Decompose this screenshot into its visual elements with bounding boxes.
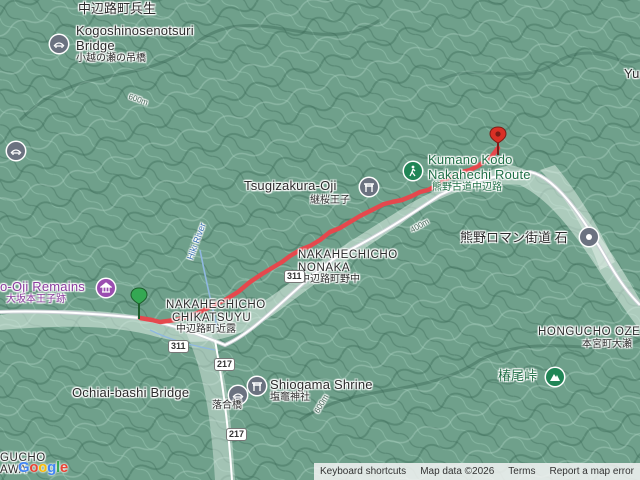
logo-letter: e [59, 459, 68, 476]
nonaka-label-jp: 中辺路町野中 [300, 274, 360, 285]
romantic-road-label: 熊野ロマン街道 石 [460, 230, 568, 245]
logo-letter: g [47, 459, 56, 476]
hongu-label-jp: 本宮町大瀬 [582, 339, 632, 350]
torii-icon[interactable] [248, 377, 266, 395]
hiking-icon[interactable] [404, 162, 422, 180]
report-error-link[interactable]: Report a map error [550, 466, 634, 477]
mountain-icon[interactable] [546, 368, 564, 386]
kogoshi-label-2: Bridge [76, 38, 115, 53]
logo-letter: o [29, 459, 39, 476]
shiogama-label-jp: 塩竈神社 [270, 392, 310, 403]
map-data-label: Map data ©2026 [420, 466, 495, 477]
keyboard-shortcuts-link[interactable]: Keyboard shortcuts [320, 466, 406, 477]
kumano-label-jp: 熊野古道中辺路 [432, 182, 502, 193]
place-label-hyo: 中辺路町兵生 [78, 1, 157, 16]
ochiai-label: Ochiai-bashi Bridge [72, 385, 190, 400]
oji-remains-label-jp: 大坂本王子跡 [6, 294, 66, 305]
monument-icon[interactable] [580, 228, 598, 246]
nonaka-label-1: NAKAHECHICHO [298, 249, 398, 261]
logo-letter: G [18, 459, 30, 476]
kogoshi-label-1: Kogoshinosenotsuri [76, 23, 194, 38]
map-canvas[interactable]: 中辺路町兵生 Kogoshinosenotsuri Bridge 小越の瀬の吊橋… [0, 0, 640, 480]
bridge-icon[interactable] [7, 142, 25, 160]
route-shield-217: 217 [214, 358, 236, 371]
tsubao-label: 椿尾峠 [498, 368, 538, 383]
chikatsuyu-label-2: CHIKATSUYU [172, 312, 252, 324]
attribution-bar: Keyboard shortcuts Map data ©2026 Terms … [314, 463, 640, 480]
route-shield-311: 311 [284, 270, 305, 283]
place-label-yu: Yu [624, 66, 640, 81]
chikatsuyu-label-jp: 中辺路町近露 [176, 324, 236, 335]
start-flag-icon[interactable] [130, 286, 148, 320]
kumano-label-2: Nakahechi Route [428, 167, 531, 182]
torii-icon[interactable] [360, 178, 378, 196]
terms-link[interactable]: Terms [508, 466, 535, 477]
kogoshi-label-jp: 小越の瀬の吊橋 [76, 53, 146, 64]
nonaka-label-2: NONAKA [298, 262, 351, 274]
chikatsuyu-label-1: NAKAHECHICHO [166, 299, 266, 311]
shiogama-label: Shiogama Shrine [270, 377, 373, 392]
hongu-label-1: HONGUCHO OZE [538, 326, 640, 338]
oji-remains-label: o-Oji Remains [0, 279, 85, 294]
monument-icon[interactable] [97, 279, 115, 297]
tsugizakura-label-jp: 継桜王子 [310, 195, 350, 206]
bridge-icon[interactable] [50, 35, 68, 53]
google-logo: Google [18, 459, 68, 476]
ochiai-label-jp: 落合橋 [212, 400, 242, 411]
route-shield-217: 217 [226, 428, 248, 441]
end-pin-icon[interactable] [489, 126, 507, 156]
route-shield-311: 311 [168, 340, 189, 353]
tsugizakura-label: Tsugizakura-Oji [244, 178, 337, 193]
logo-letter: o [38, 459, 48, 476]
